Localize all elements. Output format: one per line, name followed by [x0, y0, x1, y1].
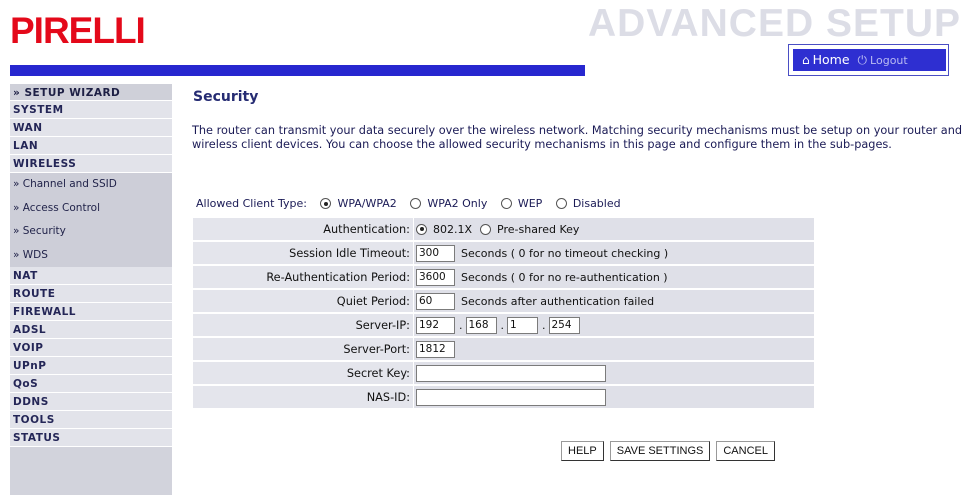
sidebar-item-lan[interactable]: LAN	[10, 137, 172, 155]
quiet-period-value: Seconds after authentication failed	[414, 290, 814, 313]
authentication-options: 802.1X Pre-shared Key	[414, 218, 814, 241]
server-ip-label: Server-IP:	[193, 314, 414, 337]
quiet-period-label: Quiet Period:	[193, 290, 414, 313]
radio-icon	[500, 198, 512, 209]
sidebar-item-ddns[interactable]: DDNS	[10, 393, 172, 411]
sidebar-item-route[interactable]: ROUTE	[10, 285, 172, 303]
sidebar-item-status[interactable]: STATUS	[10, 429, 172, 447]
sidebar-item-tools[interactable]: TOOLS	[10, 411, 172, 429]
sidebar-subitem-access-control[interactable]: » Access Control	[10, 196, 172, 220]
auth-8021x-radio[interactable]: 802.1X	[416, 218, 472, 241]
reauth-period-value: Seconds ( 0 for no re-authentication )	[414, 266, 814, 289]
home-logout-box: ⌂ Home ⏻ Logout	[788, 44, 949, 76]
home-logout-bar: ⌂ Home ⏻ Logout	[793, 49, 946, 71]
server-ip-octet-2[interactable]	[465, 316, 497, 334]
logout-link[interactable]: ⏻ Logout	[857, 53, 908, 67]
sidebar-item-qos[interactable]: QoS	[10, 375, 172, 393]
sidebar-item-voip[interactable]: VOIP	[10, 339, 172, 357]
quiet-period-note: Seconds after authentication failed	[461, 294, 655, 308]
intro-text: The router can transmit your data secure…	[192, 124, 963, 151]
page-banner-title: ADVANCED SETUP	[588, 2, 961, 45]
server-ip-octet-4[interactable]	[548, 316, 580, 334]
reauth-period-label: Re-Authentication Period:	[193, 266, 414, 289]
session-idle-timeout-input[interactable]	[416, 244, 455, 262]
quiet-period-row: Quiet Period: Seconds after authenticati…	[193, 290, 814, 314]
sidebar-item-adsl[interactable]: ADSL	[10, 321, 172, 339]
radio-icon	[555, 198, 567, 209]
client-type-wep-radio[interactable]: WEP	[500, 197, 543, 210]
client-type-disabled-radio[interactable]: Disabled	[555, 197, 621, 210]
nas-id-input[interactable]	[416, 388, 606, 406]
action-buttons: HELP SAVE SETTINGS CANCEL	[561, 441, 781, 461]
server-ip-value: . . .	[414, 314, 814, 337]
reauth-period-row: Re-Authentication Period: Seconds ( 0 fo…	[193, 266, 814, 290]
session-idle-timeout-label: Session Idle Timeout:	[193, 242, 414, 265]
server-port-label: Server-Port:	[193, 338, 414, 361]
session-idle-timeout-note: Seconds ( 0 for no timeout checking )	[461, 246, 669, 260]
client-type-disabled-label: Disabled	[572, 197, 621, 210]
client-type-wpa-wpa2-label: WPA/WPA2	[337, 197, 397, 210]
home-label: Home	[812, 52, 850, 67]
sidebar-subitem-wds[interactable]: » WDS	[10, 243, 172, 267]
sidebar-item-upnp[interactable]: UPnP	[10, 357, 172, 375]
session-idle-timeout-row: Session Idle Timeout: Seconds ( 0 for no…	[193, 242, 814, 266]
radio-icon	[410, 198, 422, 209]
server-port-input[interactable]	[416, 340, 455, 358]
quiet-period-input[interactable]	[416, 292, 455, 310]
secret-key-input[interactable]	[416, 364, 606, 382]
auth-psk-radio[interactable]: Pre-shared Key	[480, 218, 579, 241]
client-type-wpa2-only-label: WPA2 Only	[427, 197, 488, 210]
ip-dot: .	[542, 318, 546, 332]
session-idle-timeout-value: Seconds ( 0 for no timeout checking )	[414, 242, 814, 265]
home-link[interactable]: ⌂ Home	[802, 52, 850, 67]
nas-id-value	[414, 386, 814, 409]
sidebar-item-wan[interactable]: WAN	[10, 119, 172, 137]
server-port-value	[414, 338, 814, 361]
client-type-wep-label: WEP	[517, 197, 543, 210]
radio-icon	[480, 223, 492, 235]
client-type-wpa2-only-radio[interactable]: WPA2 Only	[410, 197, 487, 210]
server-port-row: Server-Port:	[193, 338, 814, 362]
authentication-label: Authentication:	[193, 218, 414, 241]
auth-psk-label: Pre-shared Key	[497, 222, 580, 236]
authentication-row: Authentication: 802.1X Pre-shared Key	[193, 218, 814, 242]
help-button[interactable]: HELP	[561, 441, 604, 461]
power-icon: ⏻	[857, 53, 868, 67]
cancel-button[interactable]: CANCEL	[716, 441, 775, 461]
sidebar-item-wireless[interactable]: WIRELESS	[10, 155, 172, 173]
sidebar-item-setup-wizard[interactable]: » SETUP WIZARD	[10, 84, 172, 101]
secret-key-value	[414, 362, 814, 385]
nas-id-label: NAS-ID:	[193, 386, 414, 409]
ip-dot: .	[500, 318, 505, 332]
header-accent-bar	[10, 65, 585, 76]
ip-dot: .	[459, 318, 463, 332]
reauth-period-note: Seconds ( 0 for no re-authentication )	[461, 270, 668, 284]
radio-selected-icon	[320, 198, 332, 209]
page-title: Security	[193, 89, 259, 105]
sidebar-subitem-security[interactable]: » Security	[10, 220, 172, 244]
pirelli-logo: PIRELLI	[10, 10, 146, 51]
server-ip-octet-3[interactable]	[507, 316, 538, 334]
auth-8021x-label: 802.1X	[433, 222, 473, 236]
secret-key-label: Secret Key:	[193, 362, 414, 385]
save-settings-button[interactable]: SAVE SETTINGS	[609, 441, 711, 461]
home-icon: ⌂	[802, 53, 810, 67]
radio-selected-icon	[416, 223, 427, 235]
server-ip-row: Server-IP: . . .	[193, 314, 814, 338]
server-ip-octet-1[interactable]	[416, 316, 455, 334]
sidebar-nav: » SETUP WIZARD SYSTEM WAN LAN WIRELESS »…	[10, 84, 172, 495]
secret-key-row: Secret Key:	[193, 362, 814, 386]
reauth-period-input[interactable]	[416, 268, 455, 286]
sidebar-item-nat[interactable]: NAT	[10, 267, 172, 285]
nas-id-row: NAS-ID:	[193, 386, 814, 410]
logout-label: Logout	[870, 54, 908, 67]
sidebar-item-system[interactable]: SYSTEM	[10, 101, 172, 119]
security-form: Authentication: 802.1X Pre-shared Key Se…	[193, 218, 814, 410]
allowed-client-type-row: Allowed Client Type: WPA/WPA2 WPA2 Only …	[196, 196, 621, 212]
sidebar-item-firewall[interactable]: FIREWALL	[10, 303, 172, 321]
client-type-wpa-wpa2-radio[interactable]: WPA/WPA2	[320, 197, 397, 210]
sidebar-subitem-channel-ssid[interactable]: » Channel and SSID	[10, 173, 172, 197]
allowed-client-type-label: Allowed Client Type:	[196, 197, 307, 210]
